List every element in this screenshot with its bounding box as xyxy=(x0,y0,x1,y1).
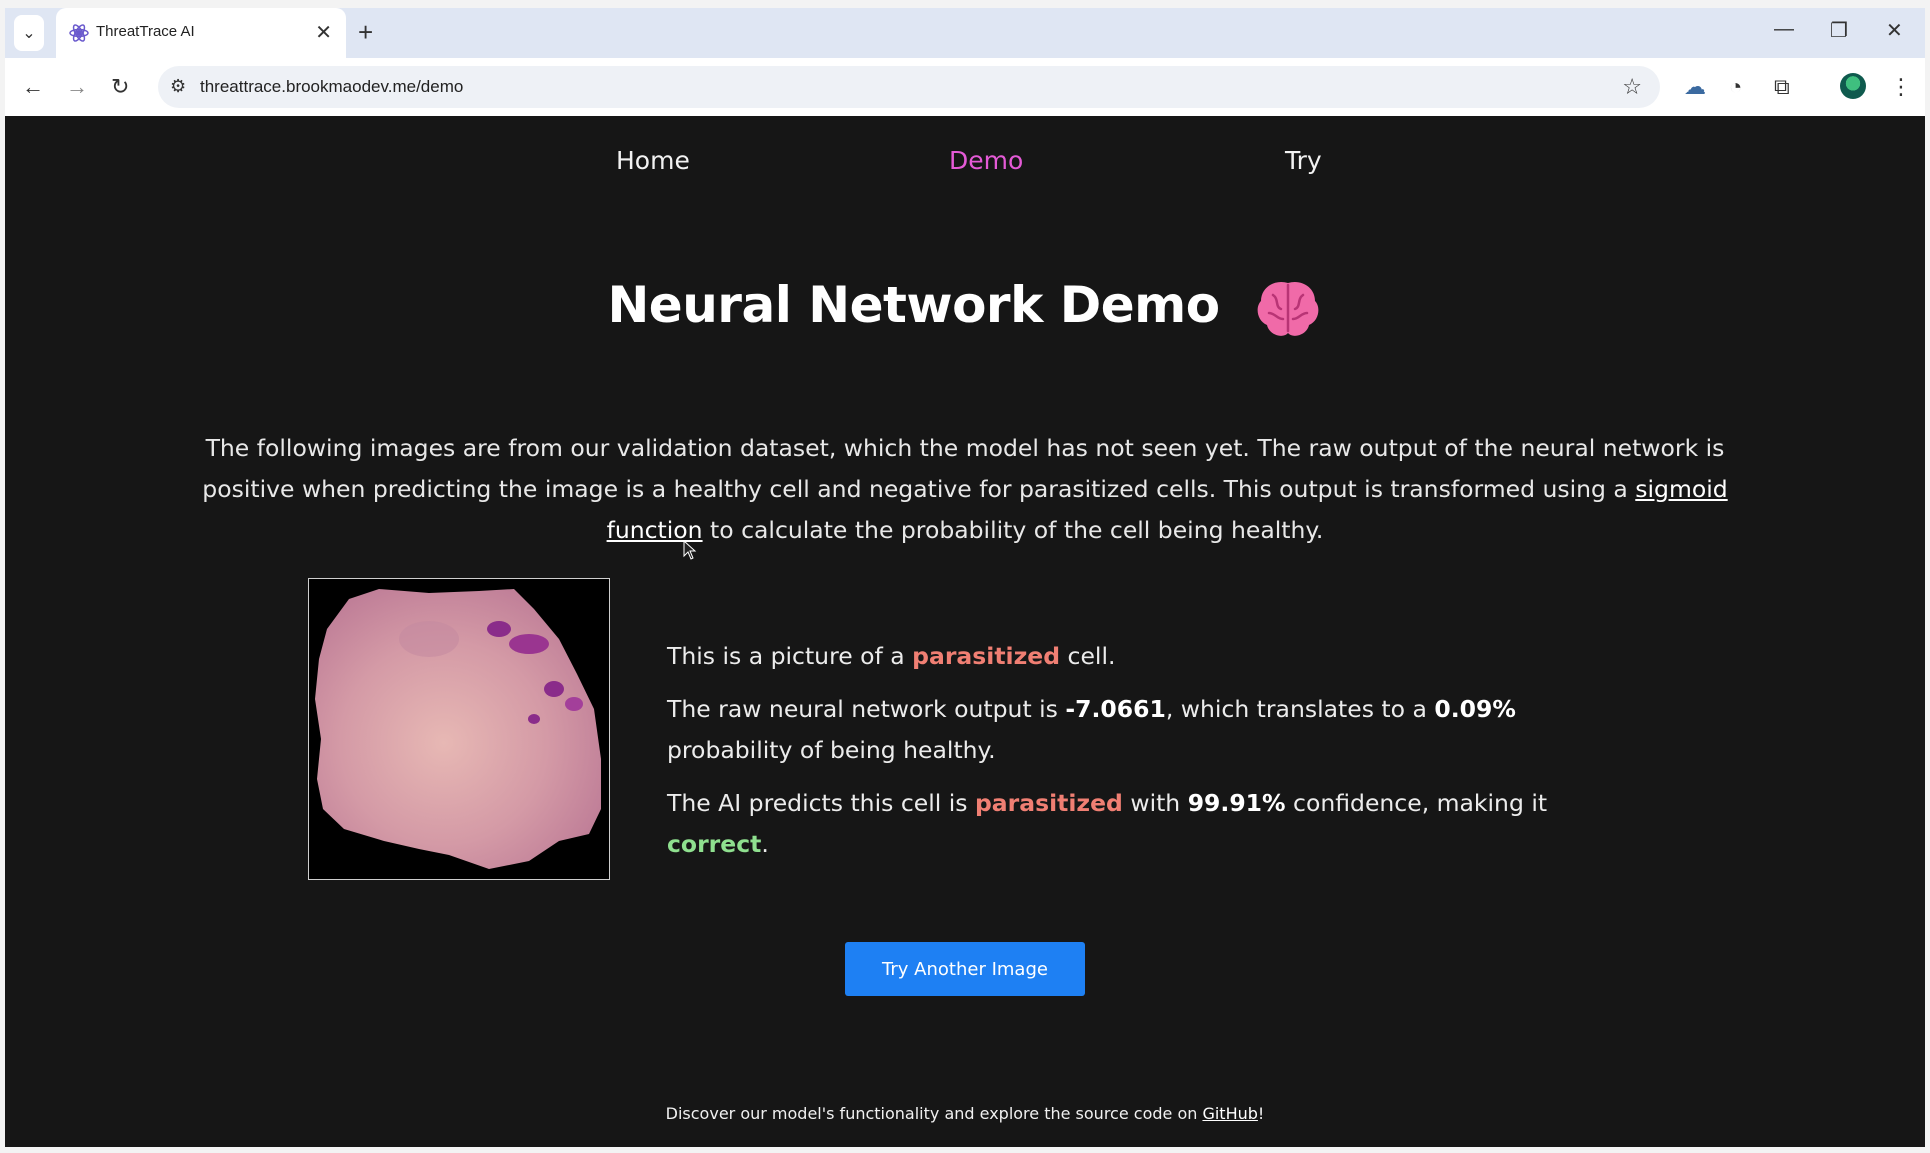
nav-try[interactable]: Try xyxy=(1285,146,1322,175)
brain-icon xyxy=(1257,281,1318,336)
true-label: parasitized xyxy=(912,642,1061,670)
browser-tab[interactable]: ThreatTrace AI ✕ xyxy=(56,8,346,58)
plus-icon[interactable]: + xyxy=(358,18,373,46)
result-text: confidence, making it xyxy=(1285,789,1548,817)
performance-icon[interactable]: ◔ xyxy=(1729,74,1742,100)
cell-picture xyxy=(315,589,601,869)
reload-icon[interactable]: ↻ xyxy=(111,74,129,100)
result-text: probability of being healthy. xyxy=(667,736,996,764)
verdict-label: correct xyxy=(667,830,762,858)
cell-image xyxy=(308,578,610,880)
intro-paragraph: The following images are from our valida… xyxy=(195,428,1735,551)
footer: Discover our model's functionality and e… xyxy=(5,1104,1925,1123)
result-text: This is a picture of a xyxy=(667,642,913,670)
nav-home[interactable]: Home xyxy=(616,146,690,175)
tab-search-button[interactable]: ⌄ xyxy=(14,15,44,51)
address-bar[interactable]: ⚙ threattrace.brookmaodev.me/demo ☆ xyxy=(158,66,1660,108)
page-title-text: Neural Network Demo xyxy=(607,276,1220,334)
page: Home Demo Try Neural Network Demo The fo… xyxy=(5,116,1925,1147)
result-text: with xyxy=(1122,789,1188,817)
favicon-icon xyxy=(69,24,89,42)
puzzle-icon[interactable]: ⧉ xyxy=(1774,74,1790,100)
result-line-output: The raw neural network output is -7.0661… xyxy=(667,689,1607,771)
close-window-icon[interactable]: ✕ xyxy=(1886,18,1903,43)
page-title: Neural Network Demo xyxy=(5,276,1925,341)
extension-cloud-icon[interactable]: ☁ xyxy=(1684,74,1706,100)
star-icon[interactable]: ☆ xyxy=(1622,74,1642,100)
result-text: . xyxy=(761,830,769,858)
result-line-label: This is a picture of a parasitized cell. xyxy=(667,636,1607,677)
result-text: The raw neural network output is xyxy=(667,695,1066,723)
restore-icon[interactable]: ❐ xyxy=(1830,18,1848,43)
confidence-value: 99.91% xyxy=(1187,789,1286,817)
nav-demo[interactable]: Demo xyxy=(949,146,1023,175)
result-text: cell. xyxy=(1060,642,1116,670)
result-text: , which translates to a xyxy=(1165,695,1435,723)
result-text: The AI predicts this cell is xyxy=(667,789,975,817)
url-text[interactable]: threattrace.brookmaodev.me/demo xyxy=(200,77,463,97)
minimize-icon[interactable]: — xyxy=(1774,18,1794,41)
prediction-result: This is a picture of a parasitized cell.… xyxy=(667,636,1607,877)
footer-text-end: ! xyxy=(1257,1104,1265,1123)
try-another-image-button[interactable]: Try Another Image xyxy=(845,942,1085,996)
profile-avatar[interactable] xyxy=(1840,73,1866,99)
mouse-cursor-icon xyxy=(683,540,697,560)
chevron-down-icon: ⌄ xyxy=(22,25,36,42)
site-info-icon[interactable]: ⚙ xyxy=(170,76,186,97)
tab-title: ThreatTrace AI xyxy=(96,23,195,40)
probability-value: 0.09% xyxy=(1434,695,1516,723)
forward-icon[interactable]: → xyxy=(66,74,88,100)
intro-text-2: to calculate the probability of the cell… xyxy=(702,515,1324,544)
menu-dots-icon[interactable]: ⋮ xyxy=(1890,74,1912,100)
close-icon[interactable]: ✕ xyxy=(315,20,332,45)
footer-text: Discover our model's functionality and e… xyxy=(665,1104,1203,1123)
raw-output-value: -7.0661 xyxy=(1065,695,1166,723)
back-icon[interactable]: ← xyxy=(22,74,44,100)
predicted-label: parasitized xyxy=(974,789,1123,817)
intro-text-1: The following images are from our valida… xyxy=(202,433,1725,503)
result-line-prediction: The AI predicts this cell is parasitized… xyxy=(667,783,1607,865)
github-link[interactable]: GitHub xyxy=(1202,1104,1257,1123)
